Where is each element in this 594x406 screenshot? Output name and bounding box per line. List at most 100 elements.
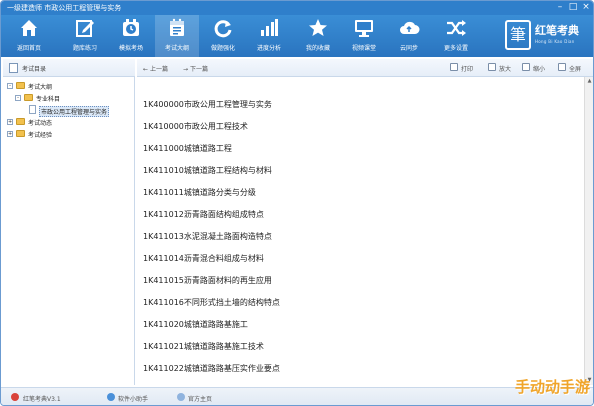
toolbar-label: 做题强化 — [210, 45, 235, 52]
toolbar-label: 进度分析 — [256, 45, 281, 52]
app-logo-icon — [11, 393, 19, 401]
vertical-scrollbar[interactable]: ▲ ▼ — [584, 77, 593, 385]
toolbar-cloud-sync-button[interactable]: 云同步 — [387, 15, 431, 57]
fullscreen-button[interactable]: 全屏 — [569, 64, 581, 73]
brand-name: 红笔考典 — [535, 24, 579, 37]
list-item[interactable]: 1K411011城镇道路分类与分级 — [143, 187, 256, 199]
next-article-button[interactable]: → 下一篇 — [183, 64, 208, 73]
collapse-icon[interactable]: - — [7, 83, 13, 89]
catalog-icon — [9, 63, 18, 73]
toolbar-mock-exam-button[interactable]: 模拟考场 — [109, 15, 153, 57]
list-item[interactable]: 1K400000市政公用工程管理与实务 — [143, 99, 272, 111]
list-item[interactable]: 1K411010城镇道路工程结构与材料 — [143, 165, 272, 177]
zoom-out-icon — [522, 63, 530, 71]
official-site-link[interactable]: 官方主页 — [188, 394, 212, 403]
close-button[interactable]: × — [581, 2, 591, 12]
content-pane: ← 上一篇 → 下一篇 打印 放大 缩小 全屏 1K400000市政公用工程管理… — [137, 59, 593, 385]
toolbar-label: 返回首页 — [16, 45, 41, 52]
folder-icon — [16, 118, 25, 125]
document-icon — [29, 105, 36, 114]
main-toolbar: 返回首页 题库练习 模拟考场 考试大纲 做题强化 进度分析 我的收藏 视频课堂 — [1, 15, 593, 57]
shuffle-icon — [447, 20, 466, 36]
zoom-out-button[interactable]: 缩小 — [533, 64, 545, 73]
toolbar-practice-button[interactable]: 题库练习 — [63, 15, 107, 57]
calendar-icon — [170, 18, 184, 36]
maximize-button[interactable]: □ — [568, 2, 578, 12]
list-item[interactable]: 1K411020城镇道路路基施工 — [143, 319, 248, 331]
tree-item-syllabus[interactable]: - 考试大纲 — [7, 81, 127, 92]
list-item[interactable]: 1K411014沥青混合料组成与材料 — [143, 253, 264, 265]
list-item[interactable]: 1K410000市政公用工程技术 — [143, 121, 248, 133]
toolbar-label: 考试大纲 — [164, 45, 189, 52]
fullscreen-icon — [558, 63, 566, 71]
toolbar-label: 题库练习 — [72, 45, 97, 52]
zoom-in-icon — [488, 63, 496, 71]
home-page-icon — [177, 393, 185, 401]
prev-article-button[interactable]: ← 上一篇 — [143, 64, 168, 73]
title-bar: 一级建造师 市政公用工程管理与实务 – □ × — [1, 1, 593, 15]
list-item[interactable]: 1K411015沥青路面材料的再生应用 — [143, 275, 272, 287]
status-bar: 红笔考典V3.1 软件小助手 官方主页 — [1, 387, 593, 405]
list-item[interactable]: 1K411021城镇道路路基施工技术 — [143, 341, 264, 353]
toolbar-home-button[interactable]: 返回首页 — [7, 15, 51, 57]
toolbar-label: 视频课堂 — [351, 45, 376, 52]
scroll-up-arrow-icon[interactable]: ▲ — [585, 77, 593, 86]
tree-item-subject[interactable]: - 专业科目 — [15, 93, 127, 104]
toolbar-label: 更多设置 — [443, 45, 468, 52]
tree-item-experience[interactable]: + 考试经验 — [7, 129, 127, 140]
toolbar-label: 我的收藏 — [305, 45, 330, 52]
list-item[interactable]: 1K411022城镇道路路基压实作业要点 — [143, 363, 280, 375]
toolbar-strengthen-button[interactable]: 做题强化 — [201, 15, 245, 57]
tree-item-label: 考试经验 — [28, 132, 53, 139]
tree-item-label: 考试大纲 — [28, 84, 53, 91]
zoom-in-button[interactable]: 放大 — [499, 64, 511, 73]
tree-item-label: 市政公用工程管理与实务 — [39, 106, 110, 117]
collapse-icon[interactable]: - — [15, 95, 21, 101]
list-item[interactable]: 1K411016不同形式挡土墙的结构特点 — [143, 297, 280, 309]
cloud-sync-icon — [400, 21, 420, 34]
prev-article-label: 上一篇 — [149, 66, 168, 73]
folder-icon — [16, 82, 25, 89]
toolbar-settings-button[interactable]: 更多设置 — [434, 15, 478, 57]
expand-icon[interactable]: + — [7, 119, 13, 125]
home-icon — [21, 20, 37, 36]
edit-icon — [76, 20, 94, 37]
content-toolbar: ← 上一篇 → 下一篇 打印 放大 缩小 全屏 — [137, 59, 593, 77]
tree-item-municipal-practice[interactable]: 市政公用工程管理与实务 — [29, 105, 133, 117]
folder-icon — [16, 130, 25, 137]
toolbar-label: 云同步 — [399, 45, 418, 52]
list-item[interactable]: 1K411012沥青路面结构组成特点 — [143, 209, 264, 221]
expand-icon[interactable]: + — [7, 131, 13, 137]
toolbar-progress-button[interactable]: 进度分析 — [247, 15, 291, 57]
toolbar-favorites-button[interactable]: 我的收藏 — [296, 15, 340, 57]
window-title: 一级建造师 市政公用工程管理与实务 — [7, 4, 122, 12]
minimize-button[interactable]: – — [555, 2, 565, 12]
clock-icon — [123, 19, 139, 36]
helper-link[interactable]: 软件小助手 — [118, 394, 148, 403]
folder-icon — [24, 94, 33, 101]
toolbar-video-button[interactable]: 视频课堂 — [342, 15, 386, 57]
list-item[interactable]: 1K411013水泥混凝土路面构造特点 — [143, 231, 272, 243]
next-article-label: 下一篇 — [189, 66, 208, 73]
app-window: 一级建造师 市政公用工程管理与实务 – □ × 返回首页 题库练习 模拟考场 考… — [0, 0, 594, 406]
sidebar-header: 考试目录 — [3, 59, 135, 77]
brand-mark: 筆 — [505, 20, 531, 50]
app-version: 红笔考典V3.1 — [23, 396, 61, 403]
monitor-icon — [355, 20, 373, 37]
tree-item-label: 考试动态 — [28, 120, 53, 127]
toolbar-syllabus-button[interactable]: 考试大纲 — [155, 15, 199, 57]
refresh-icon — [214, 20, 232, 38]
brand-logo: 筆 红笔考典 Hong Bi Kao Dian — [505, 17, 587, 55]
tree-item-news[interactable]: + 考试动态 — [7, 117, 127, 128]
star-icon — [309, 19, 327, 36]
watermark: 手动动手游 — [514, 378, 590, 396]
print-button[interactable]: 打印 — [461, 64, 473, 73]
bar-chart-icon — [261, 19, 278, 36]
print-icon — [450, 63, 458, 71]
catalog-sidebar: 考试目录 - 考试大纲 - 专业科目 市政公用工程管理与实务 + 考试动态 + … — [3, 59, 135, 385]
sidebar-title: 考试目录 — [22, 66, 47, 73]
brand-subtitle: Hong Bi Kao Dian — [535, 39, 575, 44]
list-item[interactable]: 1K411000城镇道路工程 — [143, 143, 232, 155]
helper-icon — [107, 393, 115, 401]
toolbar-label: 模拟考场 — [118, 45, 143, 52]
